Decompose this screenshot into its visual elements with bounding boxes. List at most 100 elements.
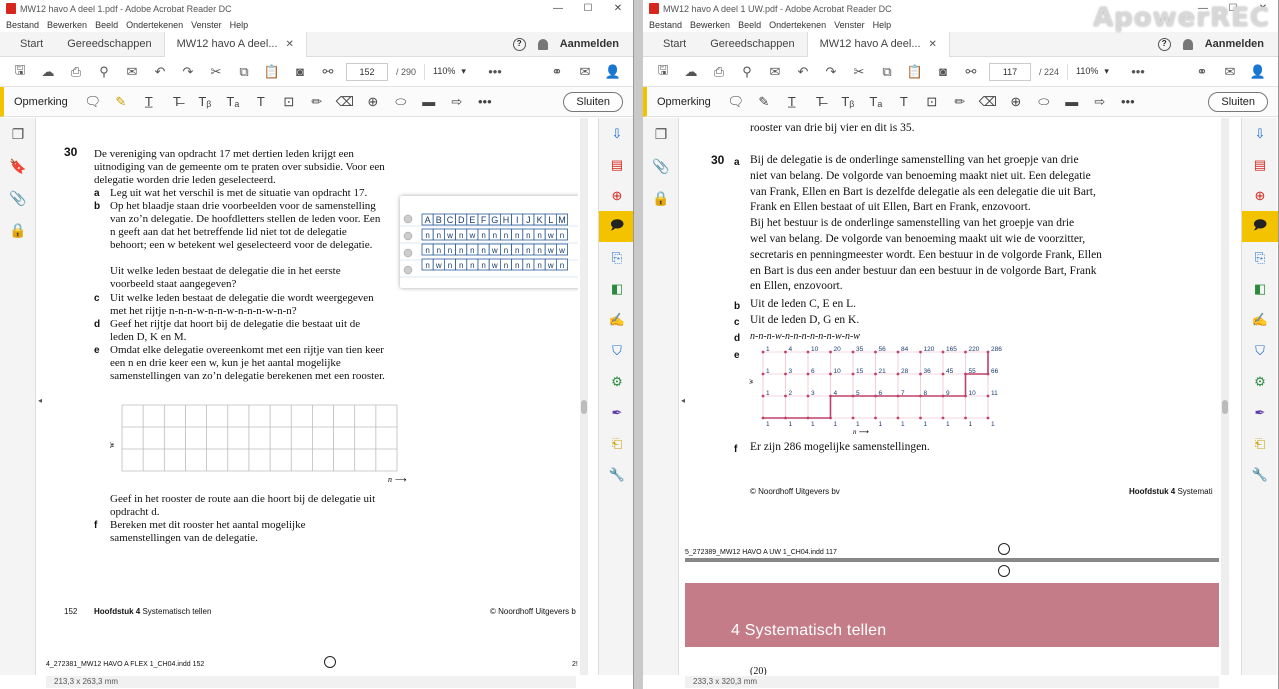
underline-text-icon[interactable]: T̲ (140, 93, 158, 111)
vertical-scrollbar[interactable] (580, 118, 588, 675)
menu-help[interactable]: Help (230, 20, 249, 30)
save-icon[interactable]: 🖫 (10, 62, 30, 82)
sticky-note-icon[interactable]: 🗨 (727, 93, 745, 111)
collapse-left-pane-icon[interactable]: ◂ (38, 396, 42, 405)
document-view[interactable]: 30 De vereniging van opdracht 17 met der… (46, 118, 578, 675)
scroll-thumb[interactable] (1222, 400, 1228, 414)
find-icon[interactable]: ⚯ (961, 62, 981, 82)
shapes-icon[interactable]: ⬭ (1035, 93, 1053, 111)
close-comment-button[interactable]: Sluiten (563, 91, 623, 112)
add-user-icon[interactable]: 👤 (603, 62, 623, 82)
scroll-thumb[interactable] (581, 400, 587, 414)
share-mail-icon[interactable]: ✉ (575, 62, 595, 82)
create-pdf-icon[interactable]: ⊕ (1242, 180, 1278, 211)
lock-icon[interactable]: 🔒 (0, 214, 36, 246)
strikethrough-icon[interactable]: T̶ (811, 93, 829, 111)
document-view[interactable]: rooster van drie bij vier en dit is 35. … (685, 118, 1219, 675)
more-tools-wrench-icon[interactable]: 🔧 (1242, 459, 1278, 490)
pages-thumbnails-icon[interactable]: ❐ (0, 118, 36, 150)
copy-icon[interactable]: ⧉ (877, 62, 897, 82)
strikethrough-icon[interactable]: T̶ (168, 93, 186, 111)
pencil-icon[interactable]: ✏ (951, 93, 969, 111)
organize-pages-icon[interactable]: ▤ (599, 149, 633, 180)
undo-icon[interactable]: ↶ (793, 62, 813, 82)
more-tools-icon[interactable]: ••• (1128, 62, 1148, 82)
tab-start[interactable]: Start (8, 32, 55, 57)
edit-pdf-icon[interactable]: ⎘ (1242, 242, 1278, 273)
text-box-icon[interactable]: ⊡ (923, 93, 941, 111)
optimize-icon[interactable]: ⚙ (1242, 366, 1278, 397)
tab-start[interactable]: Start (651, 32, 698, 57)
help-icon[interactable]: ? (1157, 37, 1171, 51)
cut-icon[interactable]: ✂ (849, 62, 869, 82)
share-file-icon[interactable]: ⎗ (1242, 428, 1278, 459)
add-text-icon[interactable]: T (895, 93, 913, 111)
link-icon[interactable]: ⚭ (547, 62, 567, 82)
optimize-icon[interactable]: ⚙ (599, 366, 633, 397)
tab-tools[interactable]: Gereedschappen (698, 32, 806, 57)
copy-icon[interactable]: ⧉ (234, 62, 254, 82)
replace-text-icon[interactable]: Tᵦ (839, 93, 857, 111)
insert-text-icon[interactable]: Tₐ (224, 93, 242, 111)
menu-view[interactable]: Beeld (738, 20, 761, 30)
more-tools-wrench-icon[interactable]: 🔧 (599, 459, 633, 490)
zoom-search-icon[interactable]: ⚲ (737, 62, 757, 82)
menu-file[interactable]: Bestand (649, 20, 682, 30)
snapshot-icon[interactable]: ◙ (290, 62, 310, 82)
pencil-icon[interactable]: ✏ (308, 93, 326, 111)
more-comment-tools-icon[interactable]: ••• (476, 93, 494, 111)
add-text-icon[interactable]: T (252, 93, 270, 111)
bookmark-icon[interactable]: 🔖 (0, 150, 36, 182)
highlight-icon[interactable]: ✎ (755, 93, 773, 111)
mail-icon[interactable]: ✉ (122, 62, 142, 82)
export-pdf-icon[interactable]: ⇩ (1242, 118, 1278, 149)
redo-icon[interactable]: ↷ (821, 62, 841, 82)
zoom-select[interactable]: 110% ▾ (433, 66, 477, 77)
notification-bell-icon[interactable] (537, 38, 548, 50)
menu-help[interactable]: Help (873, 20, 892, 30)
menu-file[interactable]: Bestand (6, 20, 39, 30)
collapse-left-pane-icon[interactable]: ◂ (681, 396, 685, 405)
redo-icon[interactable]: ↷ (178, 62, 198, 82)
create-pdf-icon[interactable]: ⊕ (599, 180, 633, 211)
protect-icon[interactable]: ⛉ (1242, 335, 1278, 366)
insert-text-icon[interactable]: Tₐ (867, 93, 885, 111)
eraser-icon[interactable]: ⌫ (336, 93, 354, 111)
sticky-note-icon[interactable]: 🗨 (84, 93, 102, 111)
eraser-icon[interactable]: ⌫ (979, 93, 997, 111)
send-signature-icon[interactable]: ✒ (599, 397, 633, 428)
menu-window[interactable]: Venster (191, 20, 222, 30)
stamp-icon[interactable]: ⊕ (364, 93, 382, 111)
find-icon[interactable]: ⚯ (318, 62, 338, 82)
empty-route-grid[interactable]: w n ⟶ (108, 403, 418, 488)
attachment-icon[interactable]: 📎 (0, 182, 36, 214)
comment-tool-icon[interactable]: 🗩 (599, 211, 633, 242)
combine-files-icon[interactable]: ◧ (599, 273, 633, 304)
upload-cloud-icon[interactable]: ☁ (681, 62, 701, 82)
menu-view[interactable]: Beeld (95, 20, 118, 30)
mail-icon[interactable]: ✉ (765, 62, 785, 82)
share-file-icon[interactable]: ⎗ (599, 428, 633, 459)
text-box-icon[interactable]: ⊡ (280, 93, 298, 111)
tab-tools[interactable]: Gereedschappen (55, 32, 163, 57)
paste-icon[interactable]: 📋 (262, 62, 282, 82)
menu-edit[interactable]: Bewerken (690, 20, 730, 30)
upload-cloud-icon[interactable]: ☁ (38, 62, 58, 82)
page-number-input[interactable]: 152 (346, 62, 388, 81)
export-pdf-icon[interactable]: ⇩ (599, 118, 633, 149)
attachment-icon[interactable]: 📎 (643, 150, 679, 182)
close-window-button[interactable]: ✕ (603, 3, 633, 14)
organize-pages-icon[interactable]: ▤ (1242, 149, 1278, 180)
sign-in-button[interactable]: Aanmelden (1205, 38, 1264, 50)
help-icon[interactable]: ? (512, 37, 526, 51)
sign-in-button[interactable]: Aanmelden (560, 38, 619, 50)
lock-icon[interactable]: 🔒 (643, 182, 679, 214)
edit-pdf-icon[interactable]: ⎘ (599, 242, 633, 273)
tab-document[interactable]: MW12 havo A deel... ✕ (806, 31, 950, 57)
protect-icon[interactable]: ⛉ (599, 335, 633, 366)
page-number-input[interactable]: 117 (989, 62, 1031, 81)
comment-tool-icon[interactable]: 🗩 (1242, 211, 1278, 242)
notification-bell-icon[interactable] (1182, 38, 1193, 50)
close-tab-icon[interactable]: ✕ (286, 32, 294, 57)
zoom-select[interactable]: 110% ▾ (1076, 66, 1120, 77)
